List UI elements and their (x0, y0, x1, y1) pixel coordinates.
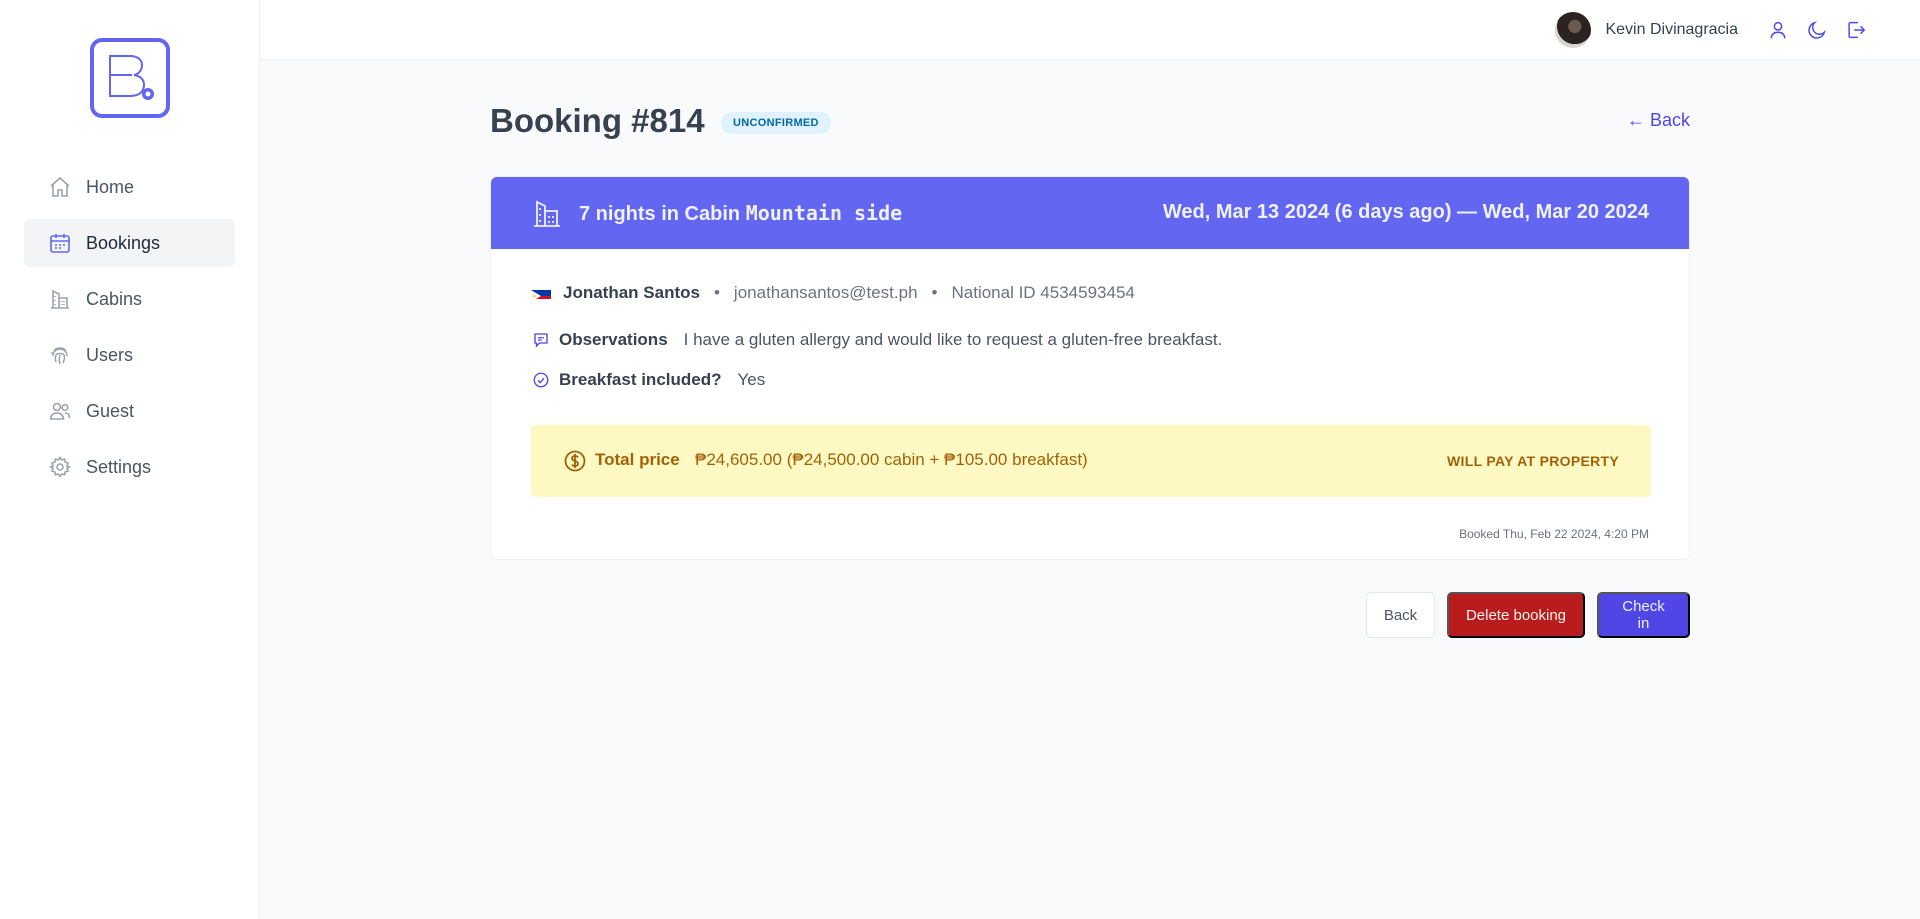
sidebar: Home Bookings Cabins Users Guest Setting… (0, 0, 260, 919)
sidebar-item-guest[interactable]: Guest (24, 387, 235, 435)
cabin-icon (48, 287, 72, 311)
country-flag-icon (531, 287, 551, 299)
check-circle-icon (531, 370, 551, 390)
logo-mark (90, 38, 170, 118)
stay-summary: 7 nights in Cabin Mountain side (579, 201, 902, 226)
payment-status: WILL PAY AT PROPERTY (1447, 453, 1619, 469)
header-actions (1751, 18, 1868, 42)
gear-icon (48, 455, 72, 479)
sidebar-item-users[interactable]: Users (24, 331, 235, 379)
delete-booking-button[interactable]: Delete booking (1447, 592, 1585, 638)
fingerprint-icon (48, 343, 72, 367)
status-badge: UNCONFIRMED (721, 112, 831, 134)
sidebar-item-settings[interactable]: Settings (24, 443, 235, 491)
dollar-circle-icon (564, 450, 586, 472)
avatar (1555, 12, 1592, 48)
back-link[interactable]: ← Back (1627, 110, 1690, 131)
top-header: Kevin Divinagracia (260, 0, 1920, 60)
breakfast-value: Yes (737, 370, 766, 389)
back-button[interactable]: Back (1366, 592, 1435, 638)
check-in-button[interactable]: Check in (1597, 592, 1690, 638)
sidebar-item-label: Settings (86, 456, 152, 477)
sidebar-nav: Home Bookings Cabins Users Guest Setting… (24, 163, 235, 499)
guest-name: Jonathan Santos (563, 283, 700, 302)
app-logo[interactable] (90, 38, 170, 118)
sidebar-item-label: Users (86, 344, 134, 365)
users-icon (48, 399, 72, 423)
price-summary: Total price ₱24,605.00 (₱24,500.00 cabin… (531, 425, 1651, 497)
home-icon (48, 175, 72, 199)
sidebar-item-home[interactable]: Home (24, 163, 235, 211)
cabin-name: Mountain side (745, 201, 903, 225)
observations-row: Observations I have a gluten allergy and… (531, 330, 1222, 350)
sidebar-item-bookings[interactable]: Bookings (24, 219, 235, 267)
breakfast-row: Breakfast included? Yes (531, 370, 765, 390)
calendar-icon (48, 231, 72, 255)
guest-email: jonathansantos@test.ph (733, 283, 918, 302)
stay-nights: 7 nights in Cabin (579, 203, 741, 225)
booking-card-header: 7 nights in Cabin Mountain side Wed, Mar… (491, 177, 1689, 249)
total-price-value: ₱24,605.00 (₱24,500.00 cabin + ₱105.00 b… (695, 450, 1088, 469)
sidebar-item-cabins[interactable]: Cabins (24, 275, 235, 323)
booked-timestamp: Booked Thu, Feb 22 2024, 4:20 PM (1459, 527, 1649, 541)
guest-national-id: National ID 4534593454 (951, 283, 1135, 302)
observations-value: I have a gluten allergy and would like t… (683, 330, 1223, 349)
separator: • (713, 283, 720, 302)
user-name: Kevin Divinagracia (1605, 21, 1738, 38)
building-icon (534, 200, 560, 227)
page-title: Booking #814 (490, 102, 705, 139)
total-price-label: Total price (595, 450, 680, 469)
moon-icon[interactable] (1805, 18, 1829, 42)
breakfast-label: Breakfast included? (559, 370, 722, 389)
sidebar-item-label: Home (86, 176, 135, 197)
separator: • (931, 283, 938, 302)
booking-detail-card: 7 nights in Cabin Mountain side Wed, Mar… (490, 176, 1690, 560)
sidebar-item-label: Bookings (86, 232, 161, 253)
observations-label: Observations (559, 330, 668, 349)
booking-actions: Back Delete booking Check in (1354, 592, 1690, 638)
guest-info: Jonathan Santos • jonathansantos@test.ph… (531, 283, 1135, 303)
user-icon[interactable] (1766, 18, 1790, 42)
sidebar-item-label: Guest (86, 400, 135, 421)
page-heading: Booking #814 UNCONFIRMED ← Back (490, 100, 1690, 144)
chat-bubble-icon (531, 330, 551, 350)
stay-dates: Wed, Mar 13 2024 (6 days ago) — Wed, Mar… (1162, 201, 1649, 223)
sidebar-item-label: Cabins (86, 288, 143, 309)
logout-icon[interactable] (1844, 18, 1868, 42)
user-profile[interactable]: Kevin Divinagracia (1555, 12, 1738, 48)
